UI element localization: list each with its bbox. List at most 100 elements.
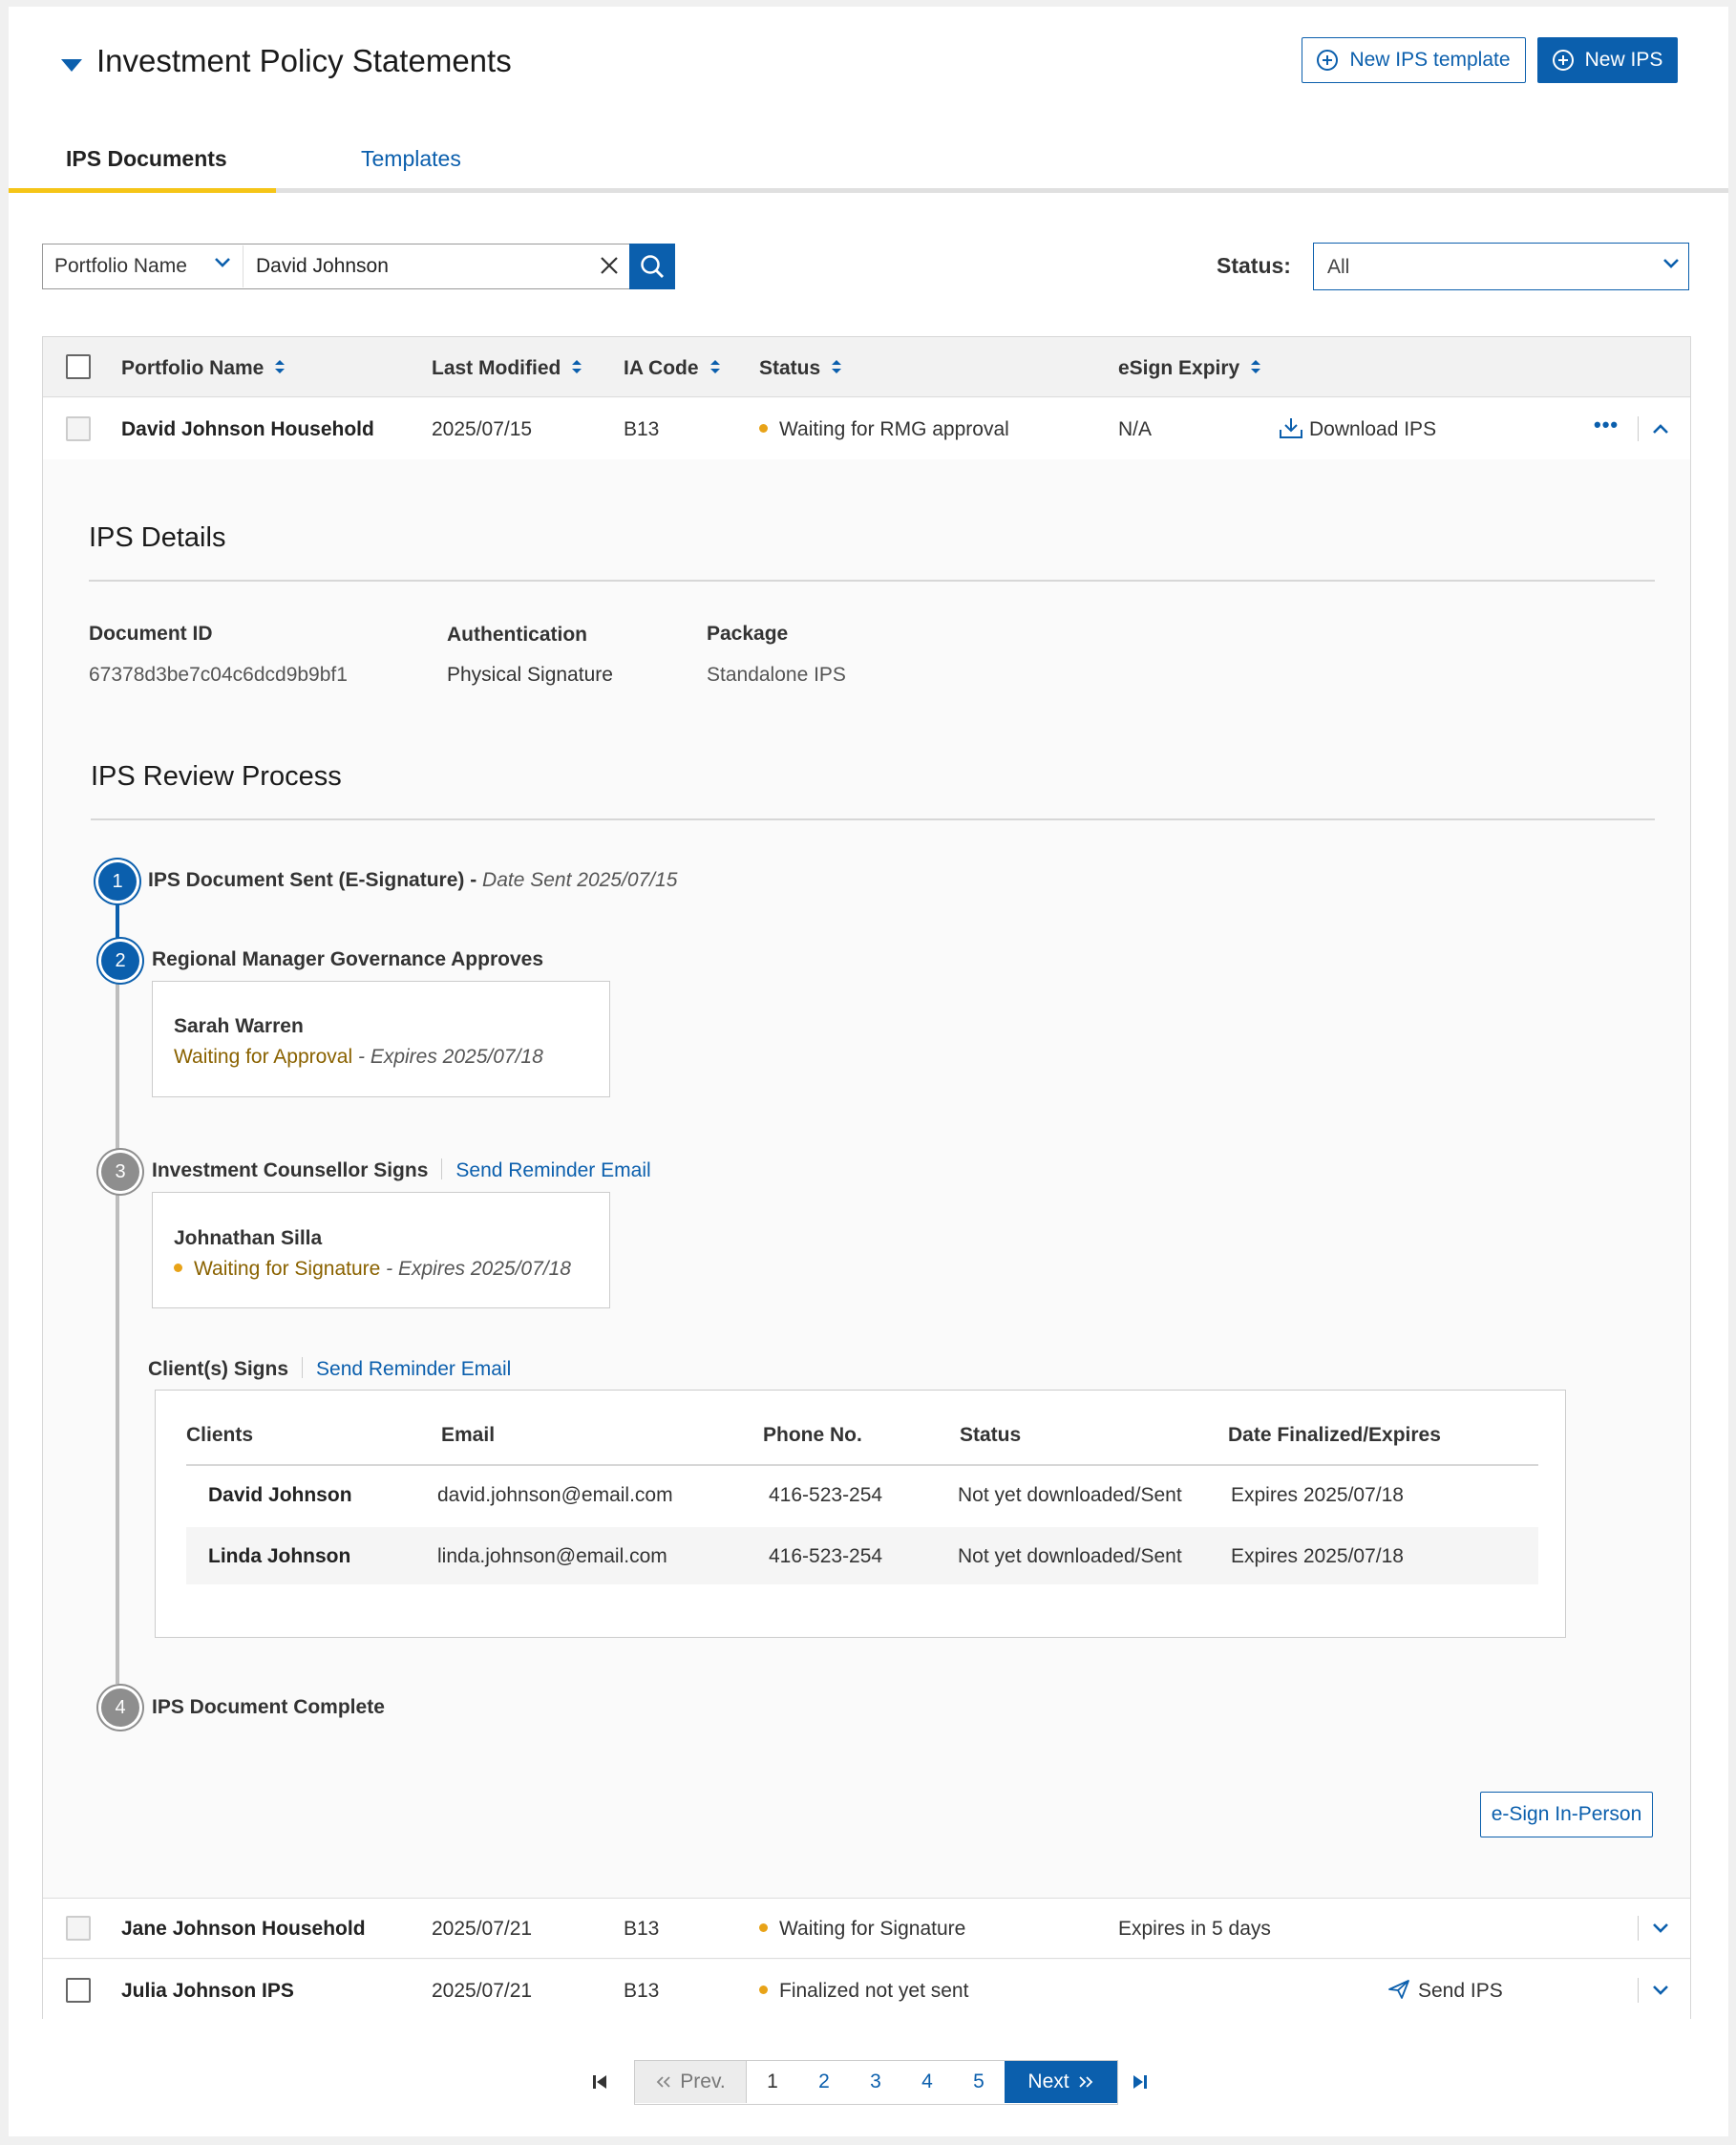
- clear-icon[interactable]: [598, 254, 621, 277]
- status-select[interactable]: [1313, 243, 1689, 290]
- col-client-status: Status: [960, 1424, 1022, 1446]
- client-email: linda.johnson@email.com: [437, 1545, 667, 1567]
- page-4-button[interactable]: 4: [901, 2061, 953, 2103]
- sort-icon: [572, 360, 582, 374]
- row-last-modified: 2025/07/21: [432, 1980, 533, 2002]
- chevron-down-icon[interactable]: [1652, 1985, 1669, 1996]
- esign-in-person-button[interactable]: e-Sign In-Person: [1480, 1792, 1653, 1837]
- sort-icon: [709, 360, 720, 374]
- document-id-label: Document ID: [89, 623, 213, 645]
- client-name: Linda Johnson: [208, 1545, 351, 1567]
- client-email: david.johnson@email.com: [437, 1484, 673, 1506]
- col-clients: Clients: [186, 1424, 254, 1446]
- authentication-value: Physical Signature: [447, 664, 613, 686]
- status-dot-icon: [759, 1922, 768, 1932]
- counsellor-card: [152, 1192, 610, 1308]
- send-reminder-email-link[interactable]: Send Reminder Email: [316, 1358, 511, 1380]
- ips-details-title: IPS Details: [89, 522, 226, 553]
- page-2-button[interactable]: 2: [798, 2061, 850, 2103]
- active-tab-indicator: [9, 188, 276, 193]
- step-3-title: Investment Counsellor Signs Send Reminder…: [152, 1158, 651, 1181]
- col-email: Email: [441, 1424, 496, 1446]
- tab-ips-documents[interactable]: IPS Documents: [66, 146, 227, 172]
- action-divider: [1638, 1916, 1639, 1941]
- approver-card: [152, 981, 610, 1097]
- sort-icon: [1251, 360, 1261, 374]
- select-all-checkbox[interactable]: [66, 354, 91, 379]
- client-date: Expires 2025/07/18: [1231, 1545, 1404, 1567]
- plus-circle-icon: [1317, 50, 1339, 71]
- action-divider: [1638, 416, 1639, 441]
- col-portfolio-name[interactable]: Portfolio Name: [121, 357, 286, 380]
- col-phone: Phone No.: [763, 1424, 862, 1446]
- step-1-title: IPS Document Sent (E-Signature) - Date S…: [148, 869, 678, 891]
- document-id-value: 67378d3be7c04c6dcd9b9bf1: [89, 664, 348, 686]
- status-badge: Waiting for Signature: [759, 1918, 965, 1941]
- divider: [91, 818, 1655, 820]
- step-2-indicator: 2: [101, 942, 139, 980]
- counsellor-name: Johnathan Silla: [174, 1227, 323, 1249]
- status-badge: Waiting for RMG approval: [759, 418, 1009, 441]
- status-badge: Finalized not yet sent: [759, 1980, 968, 2003]
- step-2-title: Regional Manager Governance Approves: [152, 948, 544, 970]
- main-card: Investment Policy Statements New IPS tem…: [9, 7, 1728, 2136]
- col-ia-code[interactable]: IA Code: [624, 357, 722, 380]
- row-ia-code: B13: [624, 1980, 660, 2002]
- sort-icon: [275, 360, 286, 374]
- download-ips-link[interactable]: Download IPS: [1279, 418, 1436, 441]
- new-ips-template-button[interactable]: New IPS template: [1302, 37, 1526, 83]
- chevron-down-icon[interactable]: [214, 257, 231, 268]
- send-ips-link[interactable]: Send IPS: [1387, 1980, 1503, 2003]
- col-esign-expiry[interactable]: eSign Expiry: [1118, 357, 1262, 380]
- tab-templates[interactable]: Templates: [361, 146, 461, 172]
- counsellor-status: Waiting for Signature - Expires 2025/07/…: [174, 1258, 571, 1281]
- search-input[interactable]: David Johnson: [256, 255, 389, 278]
- row-checkbox[interactable]: [66, 1978, 91, 2003]
- row-portfolio-name: Julia Johnson IPS: [121, 1980, 294, 2002]
- approver-status: Waiting for Approval - Expires 2025/07/1…: [174, 1046, 543, 1068]
- step-4-title: IPS Document Complete: [152, 1696, 385, 1718]
- page-3-button[interactable]: 3: [850, 2061, 901, 2103]
- package-label: Package: [707, 623, 789, 645]
- client-name: David Johnson: [208, 1484, 352, 1506]
- status-dot-icon: [759, 1985, 768, 1994]
- last-page-icon[interactable]: [1130, 2071, 1151, 2092]
- filter-field-select[interactable]: Portfolio Name: [54, 255, 187, 278]
- page-5-button[interactable]: 5: [953, 2061, 1005, 2103]
- step-4-indicator: 4: [101, 1688, 139, 1727]
- status-filter-label: Status:: [1217, 253, 1291, 278]
- sort-icon: [832, 360, 842, 374]
- collapse-caret-icon[interactable]: [61, 59, 82, 72]
- col-date-finalized: Date Finalized/Expires: [1228, 1424, 1441, 1446]
- divider: [89, 580, 1655, 582]
- download-icon: [1280, 418, 1302, 439]
- plus-circle-icon: [1552, 50, 1574, 71]
- search-icon: [641, 255, 664, 278]
- first-page-icon[interactable]: [589, 2071, 610, 2092]
- send-icon: [1388, 1980, 1409, 2000]
- step-3-indicator: 3: [101, 1153, 139, 1191]
- client-phone: 416-523-254: [769, 1545, 883, 1567]
- stepper-line-pending: [116, 971, 119, 1684]
- row-portfolio-name: David Johnson Household: [121, 418, 374, 440]
- send-reminder-email-link[interactable]: Send Reminder Email: [455, 1159, 650, 1181]
- more-actions-icon[interactable]: •••: [1594, 413, 1619, 437]
- next-page-button[interactable]: Next: [1005, 2061, 1117, 2103]
- col-last-modified[interactable]: Last Modified: [432, 357, 583, 380]
- client-status: Not yet downloaded/Sent: [958, 1545, 1182, 1567]
- prev-page-button[interactable]: Prev.: [635, 2061, 747, 2103]
- table-header: [43, 337, 1690, 397]
- clients-signs-title: Client(s) Signs Send Reminder Email: [148, 1357, 512, 1380]
- approver-name: Sarah Warren: [174, 1015, 304, 1037]
- col-status[interactable]: Status: [759, 357, 843, 380]
- search-button[interactable]: [629, 244, 675, 289]
- page-title: Investment Policy Statements: [96, 43, 512, 78]
- client-phone: 416-523-254: [769, 1484, 883, 1506]
- chevron-up-icon[interactable]: [1652, 423, 1669, 435]
- row-portfolio-name: Jane Johnson Household: [121, 1918, 366, 1940]
- new-ips-button[interactable]: New IPS: [1537, 37, 1678, 83]
- chevron-down-icon[interactable]: [1652, 1922, 1669, 1934]
- client-date: Expires 2025/07/18: [1231, 1484, 1404, 1506]
- status-dot-icon: [759, 423, 768, 433]
- page-1-button[interactable]: 1: [747, 2061, 798, 2103]
